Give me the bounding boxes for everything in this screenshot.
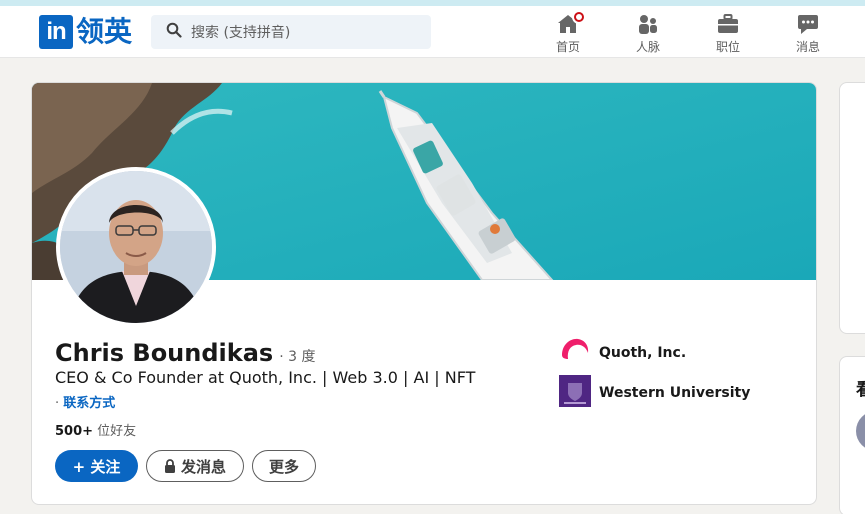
- briefcase-icon: [716, 12, 740, 36]
- school-name: Western University: [599, 385, 751, 401]
- quoth-logo-icon: [559, 335, 591, 371]
- nav-messaging-label: 消息: [795, 40, 820, 54]
- profile-name-row: Chris Boundikas · 3 度: [55, 339, 315, 367]
- contact-prefix: ·: [55, 396, 60, 411]
- linkedin-logo[interactable]: in 领英: [39, 15, 132, 49]
- home-icon: [556, 10, 586, 36]
- search-placeholder: 搜索 (支持拼音): [191, 25, 291, 41]
- top-navbar: in 领英 搜索 (支持拼音) 首页 人脉 职位 消息: [0, 6, 865, 58]
- nav-network-label: 人脉: [635, 40, 660, 54]
- profile-avatar[interactable]: [56, 167, 216, 327]
- profile-headline: CEO & Co Founder at Quoth, Inc. | Web 3.…: [55, 368, 476, 387]
- education-school[interactable]: Western University: [559, 375, 750, 411]
- connections-count[interactable]: 500+ 位好友: [55, 420, 136, 439]
- lock-icon: [164, 459, 176, 473]
- connections-number: 500+: [55, 424, 94, 439]
- people-icon: [636, 12, 660, 36]
- follow-button[interactable]: + 关注: [55, 450, 138, 482]
- follow-label: + 关注: [72, 457, 121, 476]
- message-button[interactable]: 发消息: [146, 450, 244, 482]
- nav-home-label: 首页: [555, 40, 580, 54]
- logo-text: 领英: [76, 15, 133, 48]
- more-label: 更多: [268, 457, 299, 476]
- nav-messaging[interactable]: 消息: [778, 12, 838, 56]
- company-name: Quoth, Inc.: [599, 345, 687, 361]
- right-sidebar-people-card: 看: [839, 356, 865, 514]
- connections-label: 位好友: [97, 424, 137, 439]
- search-input[interactable]: 搜索 (支持拼音): [151, 15, 431, 49]
- nav-home[interactable]: 首页: [538, 10, 598, 56]
- profile-name: Chris Boundikas: [55, 339, 274, 367]
- profile-card: Chris Boundikas · 3 度 CEO & Co Founder a…: [31, 82, 817, 505]
- sidebar-title: 看: [856, 380, 865, 400]
- western-university-logo-icon: [559, 375, 591, 411]
- nav-jobs[interactable]: 职位: [698, 12, 758, 56]
- current-company[interactable]: Quoth, Inc.: [559, 335, 686, 371]
- chat-icon: [796, 12, 820, 36]
- contact-info-row: · 联系方式: [55, 392, 115, 411]
- sidebar-avatar[interactable]: [856, 411, 865, 451]
- search-icon: [166, 22, 182, 42]
- message-label: 发消息: [180, 457, 226, 476]
- contact-info-link[interactable]: 联系方式: [63, 396, 115, 411]
- nav-network[interactable]: 人脉: [618, 12, 678, 56]
- right-sidebar-card: [839, 82, 865, 334]
- more-button[interactable]: 更多: [252, 450, 316, 482]
- logo-mark: in: [39, 15, 73, 49]
- notification-badge: [572, 10, 586, 24]
- nav-jobs-label: 职位: [715, 40, 740, 54]
- connection-degree: · 3 度: [279, 349, 316, 365]
